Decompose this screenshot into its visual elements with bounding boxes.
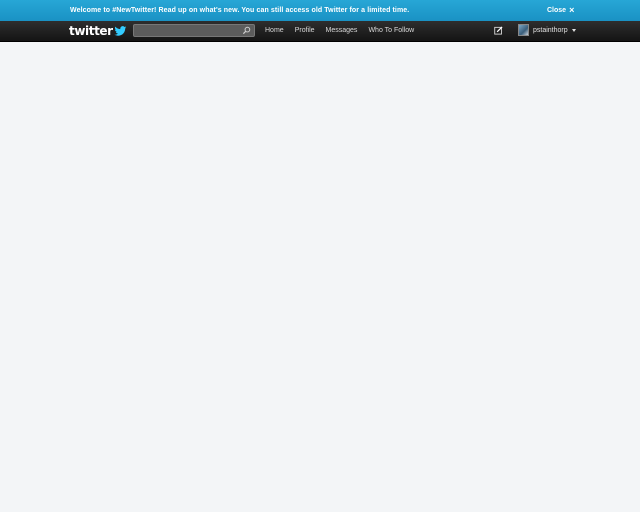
avatar [518, 24, 529, 36]
main-nav: Home Profile Messages Who To Follow [265, 27, 414, 34]
account-menu[interactable]: pstainthorp [518, 24, 576, 36]
twitter-logo[interactable]: twitter [69, 24, 127, 38]
welcome-banner: Welcome to #NewTwitter! Read up on what'… [0, 0, 640, 21]
caret-down-icon [571, 28, 576, 32]
nav-who-to-follow[interactable]: Who To Follow [368, 27, 414, 34]
main-content-area [0, 42, 640, 512]
username: pstainthorp [533, 26, 568, 34]
nav-profile[interactable]: Profile [295, 27, 315, 34]
top-navigation-bar: twitter Home Profile Messages Who To Fol… [0, 21, 640, 42]
search-box [133, 24, 255, 37]
close-icon: × [569, 5, 575, 15]
close-label: Close [547, 6, 567, 14]
logo-text: twitter [69, 24, 113, 38]
page: Welcome to #NewTwitter! Read up on what'… [0, 0, 640, 512]
search-icon[interactable] [242, 26, 251, 35]
bird-icon [114, 25, 127, 36]
nav-home[interactable]: Home [265, 27, 284, 34]
search-input[interactable] [137, 25, 241, 36]
welcome-message[interactable]: Welcome to #NewTwitter! Read up on what'… [70, 7, 409, 14]
compose-icon[interactable] [494, 26, 503, 35]
nav-messages[interactable]: Messages [326, 27, 358, 34]
close-banner-button[interactable]: Close × [547, 5, 575, 15]
